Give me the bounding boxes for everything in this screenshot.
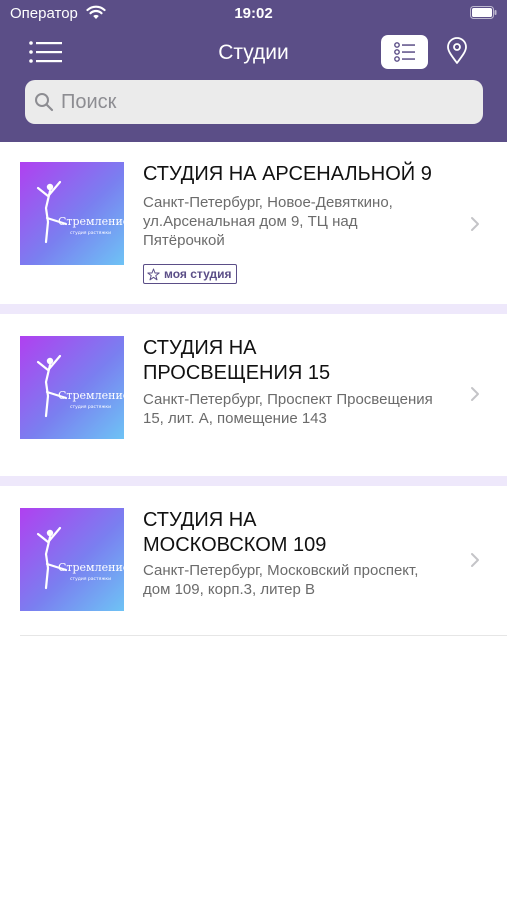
status-time: 19:02 [234, 5, 273, 22]
chevron-right-icon [471, 217, 479, 231]
list-separator [0, 476, 507, 486]
studio-thumbnail: Стремление студия растяжки [20, 162, 124, 265]
chevron-right-icon [471, 387, 479, 401]
list-icon [394, 42, 415, 62]
studio-list: Стремление студия растяжки СТУДИЯ НА АРС… [0, 142, 507, 636]
list-bottom-divider [20, 635, 507, 636]
svg-text:студия растяжки: студия растяжки [70, 231, 111, 236]
search-bar[interactable] [25, 80, 483, 124]
studio-address: Санкт-Петербург, Московский проспект, до… [143, 562, 419, 598]
svg-text:Стремление: Стремление [58, 561, 124, 574]
location-pin-icon [447, 37, 467, 64]
studio-address: Санкт-Петербург, Новое-Девяткино, ул.Арс… [143, 194, 393, 249]
studio-card-prosvescheniya[interactable]: Стремление студия растяжки СТУДИЯ НА ПРО… [0, 314, 507, 476]
studio-address: Санкт-Петербург, Проспект Просвещения 15… [143, 391, 433, 427]
studio-name: СТУДИЯ НА АРСЕНАЛЬНОЙ 9 [143, 163, 432, 185]
studio-card-arsenalnaya[interactable]: Стремление студия растяжки СТУДИЯ НА АРС… [0, 142, 507, 304]
navigation-bar: Студии [0, 30, 507, 76]
header: Оператор 19:02 Студии [0, 0, 507, 142]
badge-label: моя студия [164, 267, 232, 281]
page-title: Студии [218, 41, 289, 64]
svg-text:студия растяжки: студия растяжки [70, 577, 111, 582]
list-separator [0, 304, 507, 314]
list-view-button[interactable] [381, 35, 428, 69]
status-bar: Оператор 19:02 [0, 0, 507, 28]
battery-icon [470, 6, 497, 19]
svg-text:Стремление: Стремление [58, 215, 124, 228]
svg-text:студия растяжки: студия растяжки [70, 405, 111, 410]
svg-text:Стремление: Стремление [58, 389, 124, 402]
chevron-right-icon [471, 553, 479, 567]
studio-card-moskovsky[interactable]: Стремление студия растяжки СТУДИЯ НА МОС… [0, 486, 507, 636]
search-icon [35, 93, 54, 112]
my-studio-badge: моя студия [143, 264, 238, 284]
studio-name: СТУДИЯ НА ПРОСВЕЩЕНИЯ 15 [143, 337, 331, 384]
search-input[interactable] [61, 80, 471, 124]
studio-thumbnail: Стремление студия растяжки [20, 336, 124, 439]
studio-thumbnail: Стремление студия растяжки [20, 508, 124, 611]
studio-name: СТУДИЯ НА МОСКОВСКОМ 109 [143, 509, 327, 556]
star-icon [147, 268, 160, 280]
map-view-button[interactable] [442, 35, 472, 69]
